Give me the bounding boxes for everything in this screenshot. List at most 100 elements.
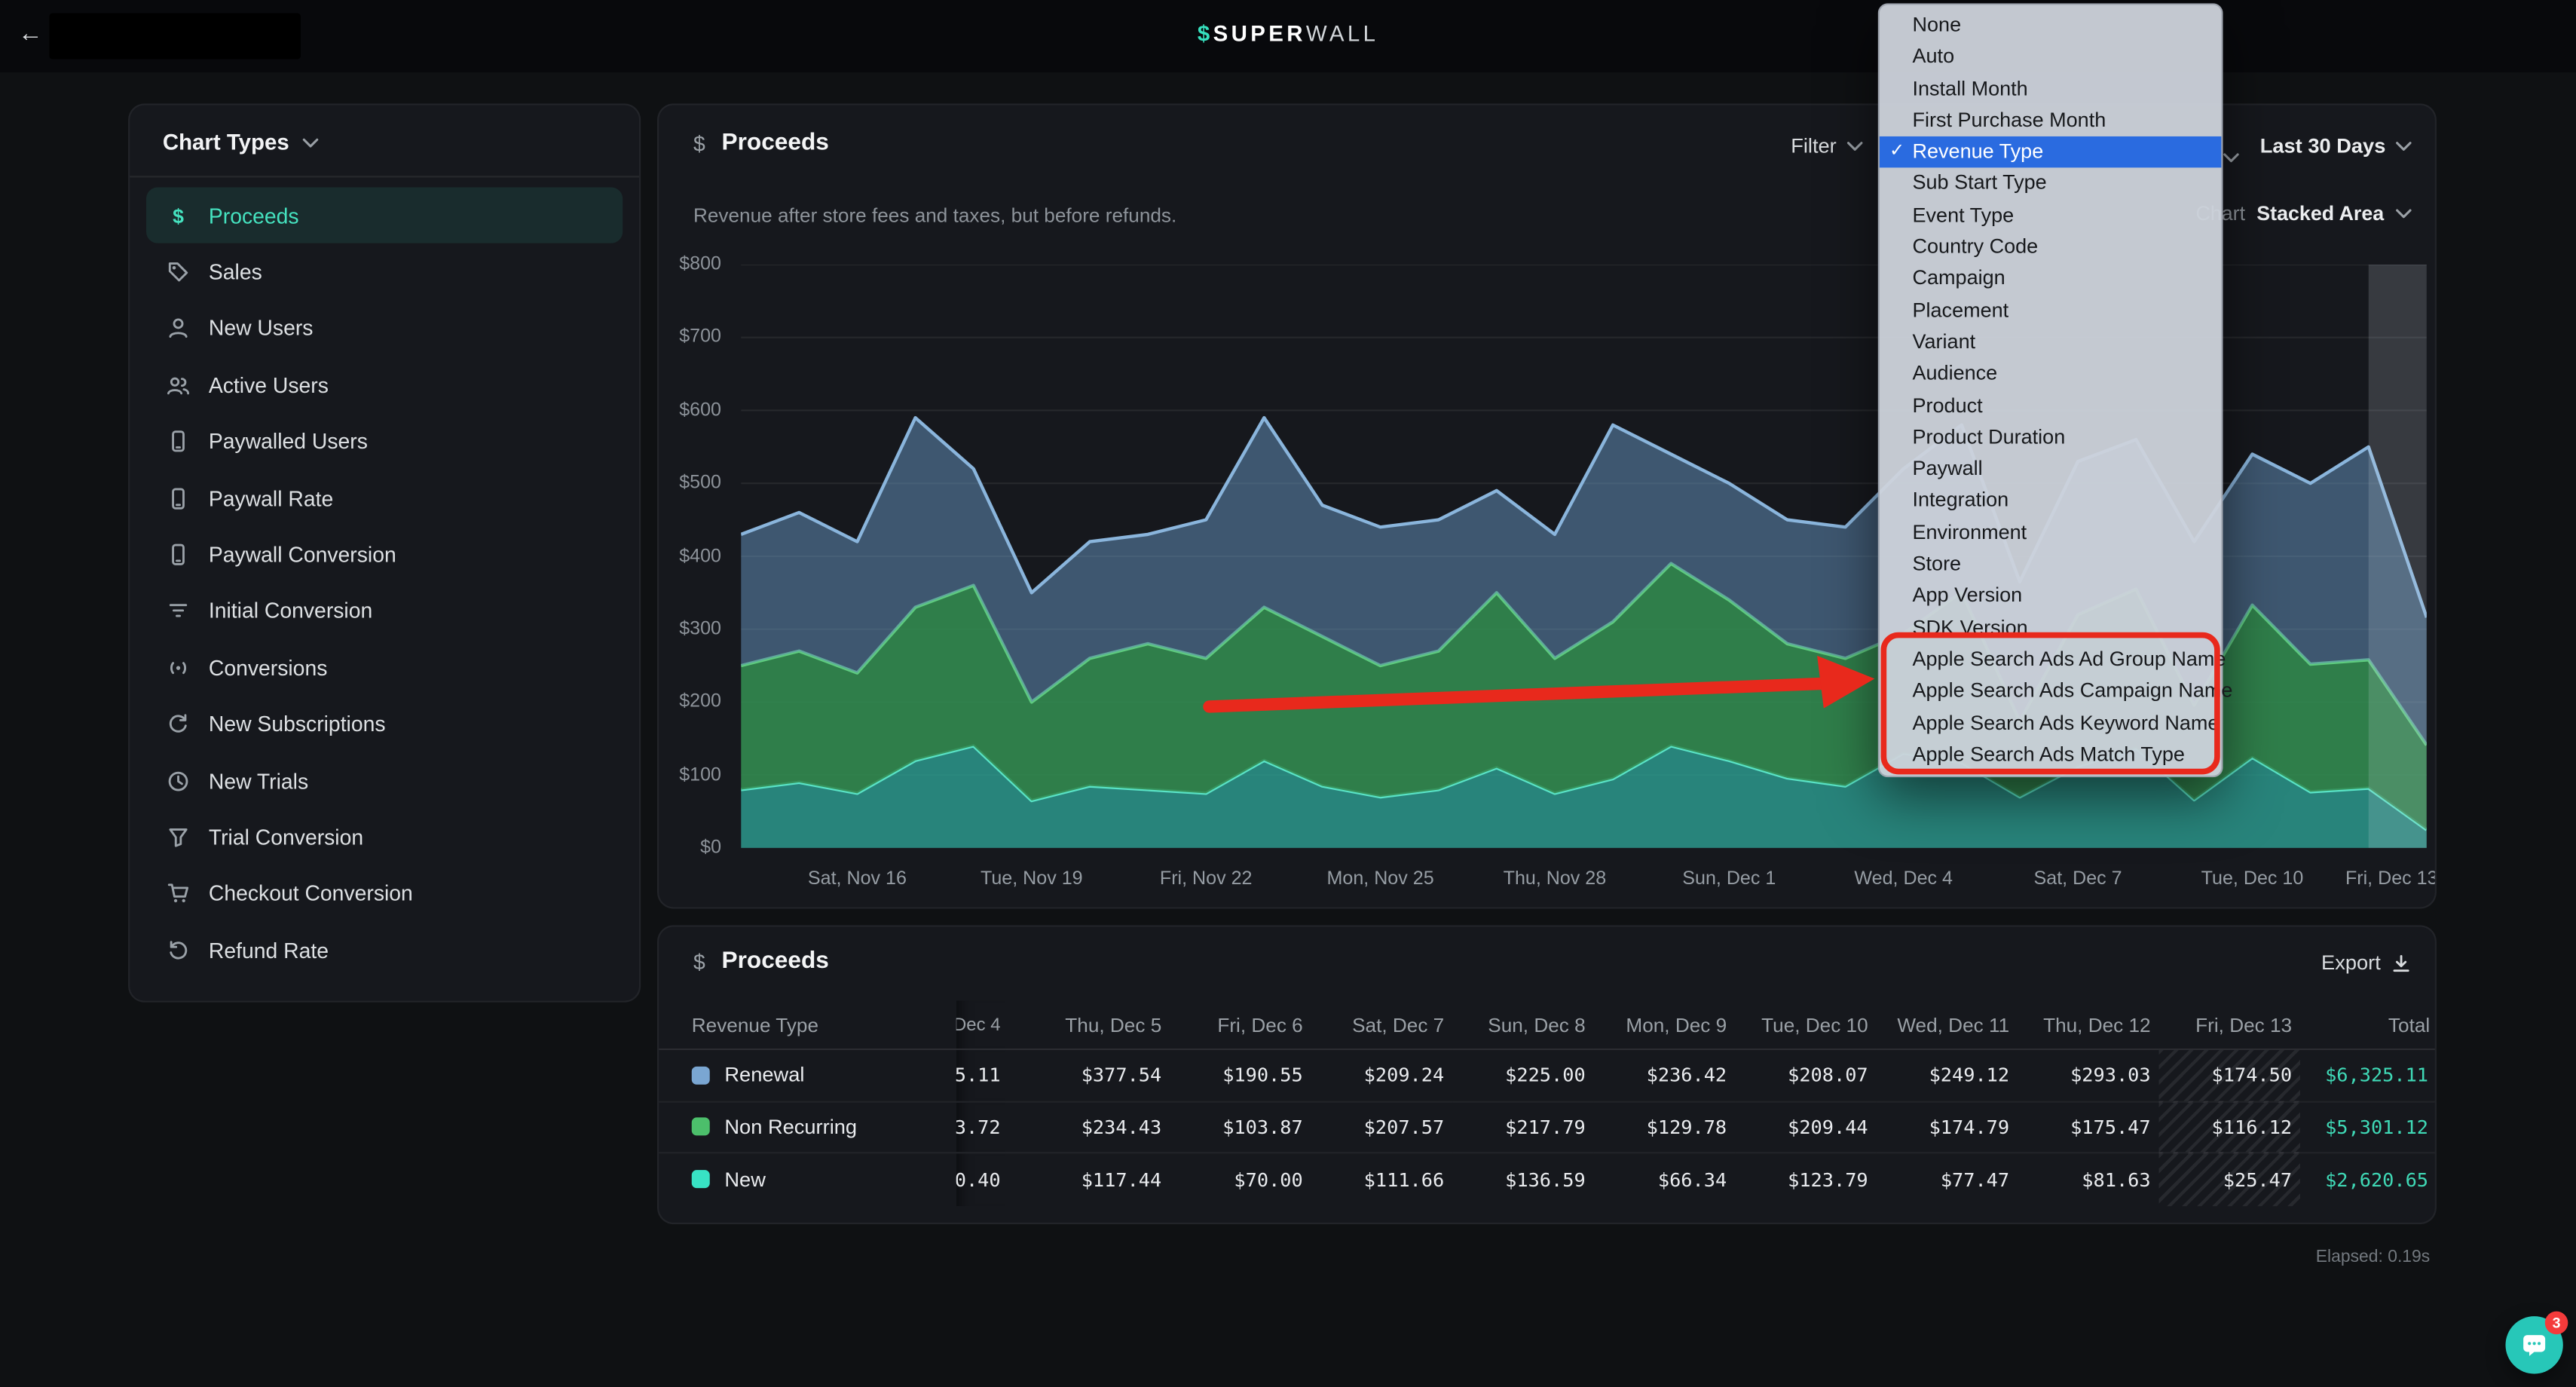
sidebar-item-new-subscriptions[interactable]: New Subscriptions [146,696,623,752]
chevron-down-icon [2395,141,2412,151]
menu-item-audience[interactable]: Audience [1880,359,2221,390]
sidebar-item-conversions[interactable]: Conversions [146,639,623,696]
y-tick: $300 [679,620,721,639]
menu-item-event-type[interactable]: Event Type [1880,200,2221,231]
app: ← $SUPERWALL Chart Types $ProceedsSalesN… [0,0,2576,1387]
sidebar-item-new-users[interactable]: New Users [146,300,623,357]
menu-item-none[interactable]: None [1880,10,2221,41]
clock-icon [166,768,191,793]
menu-item-auto[interactable]: Auto [1880,41,2221,73]
menu-item-apple-search-ads-campaign-name[interactable]: Apple Search Ads Campaign Name [1880,675,2221,707]
menu-item-app-version[interactable]: App Version [1880,580,2221,612]
cell-renewal-dec-4: 5.11 [956,1050,1005,1102]
sidebar-item-sales[interactable]: Sales [146,243,623,300]
proceeds-table[interactable]: Revenue TypeDec 4Thu, Dec 5Fri, Dec 6Sat… [659,1001,2435,1206]
menu-item-environment[interactable]: Environment [1880,517,2221,549]
elapsed-status: Elapsed: 0.19s [657,1248,2437,1267]
cart-icon [166,881,191,906]
chat-widget-button[interactable]: 3 [2506,1316,2563,1373]
sidebar-item-label: Paywalled Users [209,430,368,455]
sidebar-item-initial-conversion[interactable]: Initial Conversion [146,583,623,639]
funnel-icon [166,825,191,850]
menu-item-sub-start-type[interactable]: Sub Start Type [1880,168,2221,200]
sidebar-item-checkout-conversion[interactable]: Checkout Conversion [146,865,623,922]
phone-icon [166,485,191,510]
dollar-icon: $ [166,204,191,228]
sidebar-item-active-users[interactable]: Active Users [146,357,623,413]
cell-new-tue-dec-10: $123.79 [1735,1154,1876,1206]
sidebar-item-refund-rate[interactable]: Refund Rate [146,922,623,978]
group-by-select-chevron[interactable] [2223,141,2240,170]
refresh-icon [166,712,191,736]
x-tick: Wed, Dec 4 [1854,869,1953,889]
menu-item-apple-search-ads-keyword-name[interactable]: Apple Search Ads Keyword Name [1880,708,2221,739]
cell-non-recurring-mon-dec-9: $129.78 [1594,1102,1735,1154]
sidebar-item-label: Trial Conversion [209,825,363,850]
x-tick: Sat, Nov 16 [808,869,907,889]
x-tick: Thu, Nov 28 [1504,869,1607,889]
cell-renewal-tue-dec-10: $208.07 [1735,1050,1876,1102]
date-range-button[interactable]: Last 30 Days [2260,135,2412,158]
column-header-thu-dec-5: Thu, Dec 5 [1005,1001,1170,1050]
chevron-down-icon [2395,209,2412,219]
column-header-sat-dec-7: Sat, Dec 7 [1311,1001,1452,1050]
x-axis: Sat, Nov 16Tue, Nov 19Fri, Nov 22Mon, No… [741,869,2427,896]
menu-item-product-duration[interactable]: Product Duration [1880,422,2221,454]
sidebar-item-trial-conversion[interactable]: Trial Conversion [146,809,623,865]
users-icon [166,373,191,398]
cell-renewal-wed-dec-11: $249.12 [1877,1050,2018,1102]
cell-new-sat-dec-7: $111.66 [1311,1154,1452,1206]
svg-text:$: $ [173,204,184,227]
chart-types-header[interactable]: Chart Types [130,106,639,178]
chat-unread-badge: 3 [2545,1312,2568,1335]
export-button[interactable]: Export [2321,951,2412,975]
sidebar-item-proceeds[interactable]: $Proceeds [146,188,623,244]
menu-item-store[interactable]: Store [1880,549,2221,580]
menu-item-placement[interactable]: Placement [1880,295,2221,327]
sidebar-item-new-trials[interactable]: New Trials [146,752,623,809]
menu-item-sdk-version[interactable]: SDK Version [1880,612,2221,644]
y-tick: $500 [679,473,721,493]
column-header-total: Total [2300,1001,2437,1050]
menu-item-install-month[interactable]: Install Month [1880,73,2221,105]
cell-new-thu-dec-12: $81.63 [2018,1154,2158,1206]
menu-item-apple-search-ads-ad-group-name[interactable]: Apple Search Ads Ad Group Name [1880,644,2221,675]
chart-type-selector[interactable]: Chart Stacked Area [2195,202,2412,225]
menu-item-variant[interactable]: Variant [1880,327,2221,359]
menu-item-campaign[interactable]: Campaign [1880,264,2221,295]
column-header-mon-dec-9: Mon, Dec 9 [1594,1001,1735,1050]
filter-button[interactable]: Filter [1791,135,1862,158]
group-by-menu: NoneAutoInstall MonthFirst Purchase Mont… [1878,3,2223,777]
back-arrow-icon[interactable]: ← [18,20,43,47]
menu-item-revenue-type[interactable]: ✓Revenue Type [1880,136,2221,168]
menu-item-apple-search-ads-match-type[interactable]: Apple Search Ads Match Type [1880,739,2221,771]
cell-renewal-mon-dec-9: $236.42 [1594,1050,1735,1102]
menu-item-country-code[interactable]: Country Code [1880,232,2221,264]
menu-item-product[interactable]: Product [1880,390,2221,422]
chart-subtitle: Revenue after store fees and taxes, but … [693,204,1176,227]
sidebar-item-paywalled-users[interactable]: Paywalled Users [146,413,623,470]
sidebar-item-label: Conversions [209,655,328,680]
y-tick: $200 [679,692,721,712]
column-header-dec-4: Dec 4 [956,1001,1005,1050]
cell-non-recurring-tue-dec-10: $209.44 [1735,1102,1876,1154]
y-tick: $400 [679,547,721,566]
row-label-new: New [659,1154,956,1206]
cell-new-fri-dec-13: $25.47 [2159,1154,2300,1206]
dollar-icon: $ [693,949,705,974]
chevron-down-icon [2223,153,2240,163]
y-tick: $600 [679,400,721,420]
y-tick: $700 [679,328,721,348]
cell-non-recurring-total: $5,301.12 [2300,1102,2437,1154]
redacted-account-selector[interactable] [49,13,301,59]
menu-item-integration[interactable]: Integration [1880,485,2221,517]
download-icon [2391,952,2412,973]
panel-header: $ Proceeds [693,130,829,156]
menu-item-paywall[interactable]: Paywall [1880,454,2221,485]
sidebar-item-paywall-conversion[interactable]: Paywall Conversion [146,526,623,583]
y-tick: $800 [679,255,721,274]
sidebar-item-paywall-rate[interactable]: Paywall Rate [146,470,623,526]
sidebar-item-label: Refund Rate [209,938,329,963]
menu-item-first-purchase-month[interactable]: First Purchase Month [1880,105,2221,136]
cell-new-fri-dec-6: $70.00 [1170,1154,1311,1206]
